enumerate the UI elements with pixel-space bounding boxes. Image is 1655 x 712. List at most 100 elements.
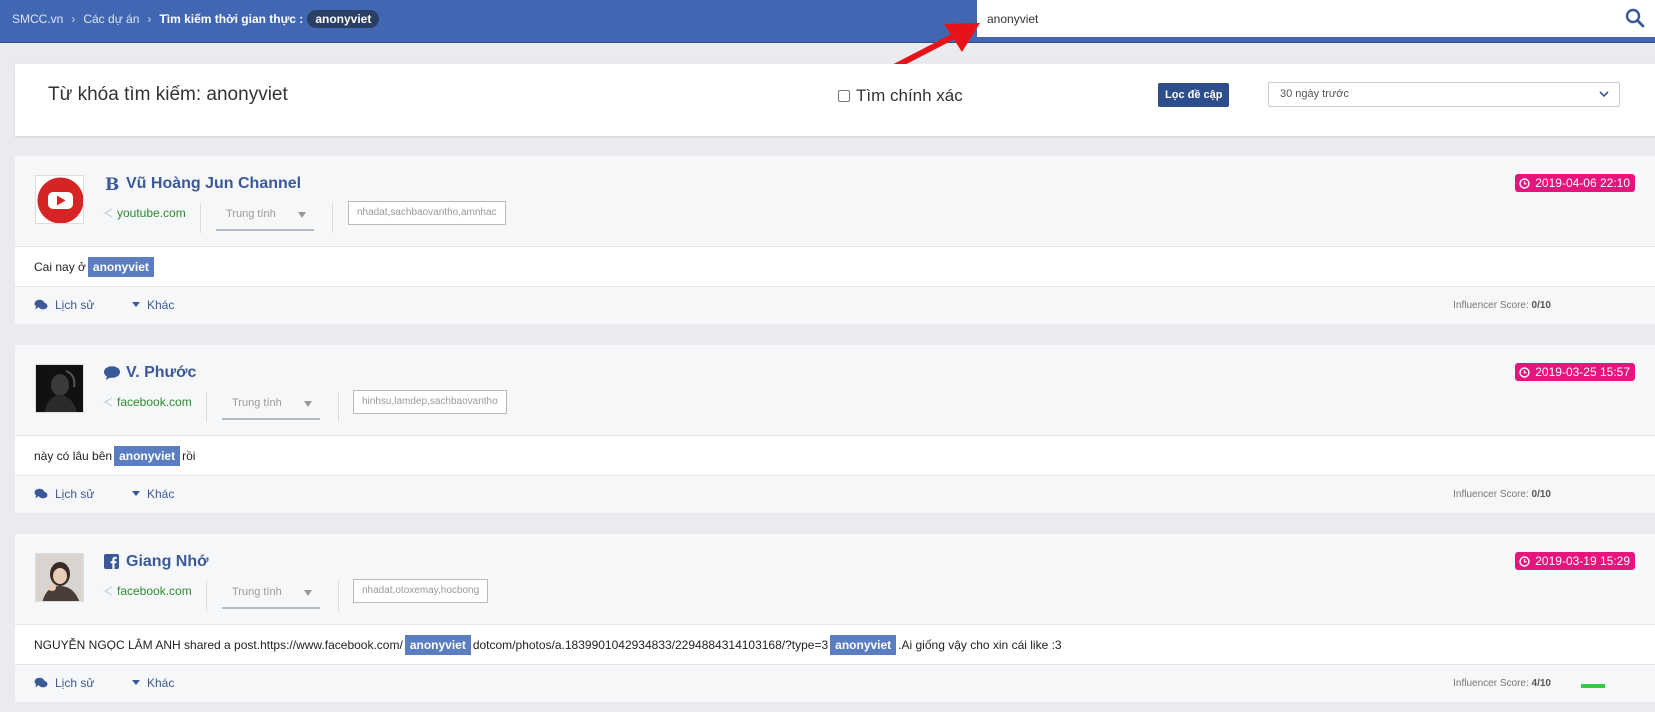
sentiment-value: Trung tính	[226, 208, 276, 220]
keyword-highlight: anonyviet	[114, 445, 181, 466]
score-label: Influencer Score:	[1453, 678, 1529, 689]
comments-icon	[34, 677, 48, 688]
share-icon	[103, 397, 113, 407]
avatar[interactable]	[35, 553, 84, 602]
divider	[332, 203, 333, 233]
score-bar	[1581, 306, 1605, 310]
history-label: Lịch sử	[55, 676, 95, 690]
caret-down-icon	[304, 401, 312, 407]
content-text: này có lâu bên	[34, 448, 113, 463]
history-label: Lịch sử	[55, 298, 95, 312]
divider	[200, 203, 201, 233]
blogger-b-icon: B	[105, 175, 119, 193]
comments-icon	[34, 488, 48, 499]
source-domain[interactable]: facebook.com	[117, 584, 192, 598]
divider	[338, 392, 339, 422]
divider	[338, 581, 339, 611]
exact-match-option[interactable]: Tìm chính xác	[838, 86, 963, 106]
breadcrumb-projects-link[interactable]: Các dự án	[83, 12, 139, 26]
breadcrumb-separator: ›	[71, 12, 76, 26]
date-badge: 2019-04-06 22:10	[1515, 174, 1635, 192]
post-card: B Vũ Hoàng Jun Channel youtube.com Trung…	[15, 156, 1655, 324]
post-card: V. Phước facebook.com Trung tính hinhsu,…	[15, 345, 1655, 513]
clock-icon	[1519, 366, 1530, 378]
date-text: 2019-03-19 15:29	[1535, 554, 1630, 568]
share-icon	[103, 208, 113, 218]
history-button[interactable]: Lịch sử	[34, 487, 94, 501]
author-name-text: Giang Nhớ	[126, 553, 209, 570]
sentiment-dropdown[interactable]: Trung tính	[216, 206, 314, 231]
influencer-score: Influencer Score: 4/10	[1453, 678, 1551, 689]
score-label: Influencer Score:	[1453, 300, 1529, 311]
tags-box[interactable]: nhadat,otoxemay,hocbong	[353, 579, 489, 603]
content-text: NGUYỄN NGỌC LÂM ANH shared a post.https:…	[34, 637, 403, 652]
post-content: này có lâu bên anonyviet rồi	[15, 435, 1655, 476]
caret-down-icon	[132, 680, 140, 685]
time-range-select[interactable]: 30 ngày trước	[1268, 82, 1620, 107]
caret-down-icon	[132, 302, 140, 307]
sentiment-value: Trung tính	[232, 397, 282, 409]
more-button[interactable]: Khác	[132, 487, 174, 501]
score-bar	[1581, 684, 1605, 688]
post-content: NGUYỄN NGỌC LÂM ANH shared a post.https:…	[15, 624, 1655, 665]
exact-match-checkbox[interactable]	[838, 90, 850, 102]
author-name[interactable]: Giang Nhớ	[103, 553, 208, 571]
date-badge: 2019-03-19 15:29	[1515, 552, 1635, 570]
avatar[interactable]	[35, 364, 84, 413]
exact-match-label: Tìm chính xác	[856, 86, 963, 105]
breadcrumb-keyword-badge: anonyviet	[307, 10, 380, 28]
date-text: 2019-03-25 15:57	[1535, 365, 1630, 379]
breadcrumb-home-link[interactable]: SMCC.vn	[12, 12, 63, 26]
post-content: Cai nay ở anonyviet	[15, 246, 1655, 287]
post-footer: Lịch sử Khác Influencer Score: 0/10	[15, 287, 1655, 324]
sentiment-dropdown[interactable]: Trung tính	[222, 395, 320, 420]
keyword-highlight: anonyviet	[830, 634, 897, 655]
sentiment-dropdown[interactable]: Trung tính	[222, 584, 320, 609]
user-photo-icon	[36, 365, 83, 412]
filter-mentions-button[interactable]: Lọc đề cập	[1158, 83, 1230, 107]
breadcrumb-separator: ›	[147, 12, 152, 26]
source-row: facebook.com	[103, 584, 192, 598]
caret-down-icon	[304, 590, 312, 596]
caret-down-icon	[298, 212, 306, 218]
more-button[interactable]: Khác	[132, 676, 174, 690]
date-text: 2019-04-06 22:10	[1535, 176, 1630, 190]
influencer-score: Influencer Score: 0/10	[1453, 300, 1551, 311]
content-text: dotcom/photos/a.1839901042934833/2294884…	[472, 637, 829, 652]
chevron-down-icon	[1599, 91, 1609, 98]
user-photo-icon	[36, 554, 83, 601]
date-badge: 2019-03-25 15:57	[1515, 363, 1635, 381]
comments-icon	[34, 299, 48, 310]
post-footer: Lịch sử Khác Influencer Score: 4/10	[15, 665, 1655, 702]
post-header: V. Phước facebook.com Trung tính hinhsu,…	[15, 345, 1655, 435]
clock-icon	[1519, 177, 1530, 189]
history-button[interactable]: Lịch sử	[34, 298, 94, 312]
source-row: youtube.com	[103, 206, 186, 220]
youtube-logo-icon	[36, 176, 83, 223]
history-button[interactable]: Lịch sử	[34, 676, 94, 690]
avatar[interactable]	[35, 175, 84, 224]
tags-box[interactable]: nhadat,sachbaovantho,amnhac	[348, 201, 506, 225]
score-label: Influencer Score:	[1453, 489, 1529, 500]
author-name-text: V. Phước	[126, 364, 197, 381]
search-input[interactable]	[977, 0, 1597, 37]
tags-box[interactable]: hinhsu,lamdep,sachbaovantho	[353, 390, 507, 414]
keyword-highlight: anonyviet	[404, 634, 471, 655]
author-name[interactable]: V. Phước	[103, 364, 196, 382]
divider	[206, 392, 207, 422]
time-range-value: 30 ngày trước	[1280, 88, 1349, 100]
more-label: Khác	[147, 298, 175, 312]
more-label: Khác	[147, 487, 175, 501]
source-domain[interactable]: youtube.com	[117, 206, 186, 220]
influencer-score: Influencer Score: 0/10	[1453, 489, 1551, 500]
facebook-icon	[104, 554, 119, 569]
more-button[interactable]: Khác	[132, 298, 174, 312]
score-value: 4/10	[1531, 678, 1551, 689]
search-keyword-label: Từ khóa tìm kiếm: anonyviet	[48, 84, 288, 105]
author-name[interactable]: B Vũ Hoàng Jun Channel	[103, 175, 301, 193]
source-domain[interactable]: facebook.com	[117, 395, 192, 409]
breadcrumb: SMCC.vn › Các dự án › Tìm kiếm thời gian…	[12, 10, 380, 28]
breadcrumb-current: Tìm kiếm thời gian thực :	[159, 12, 304, 26]
search-icon[interactable]	[1625, 8, 1645, 28]
caret-down-icon	[132, 491, 140, 496]
